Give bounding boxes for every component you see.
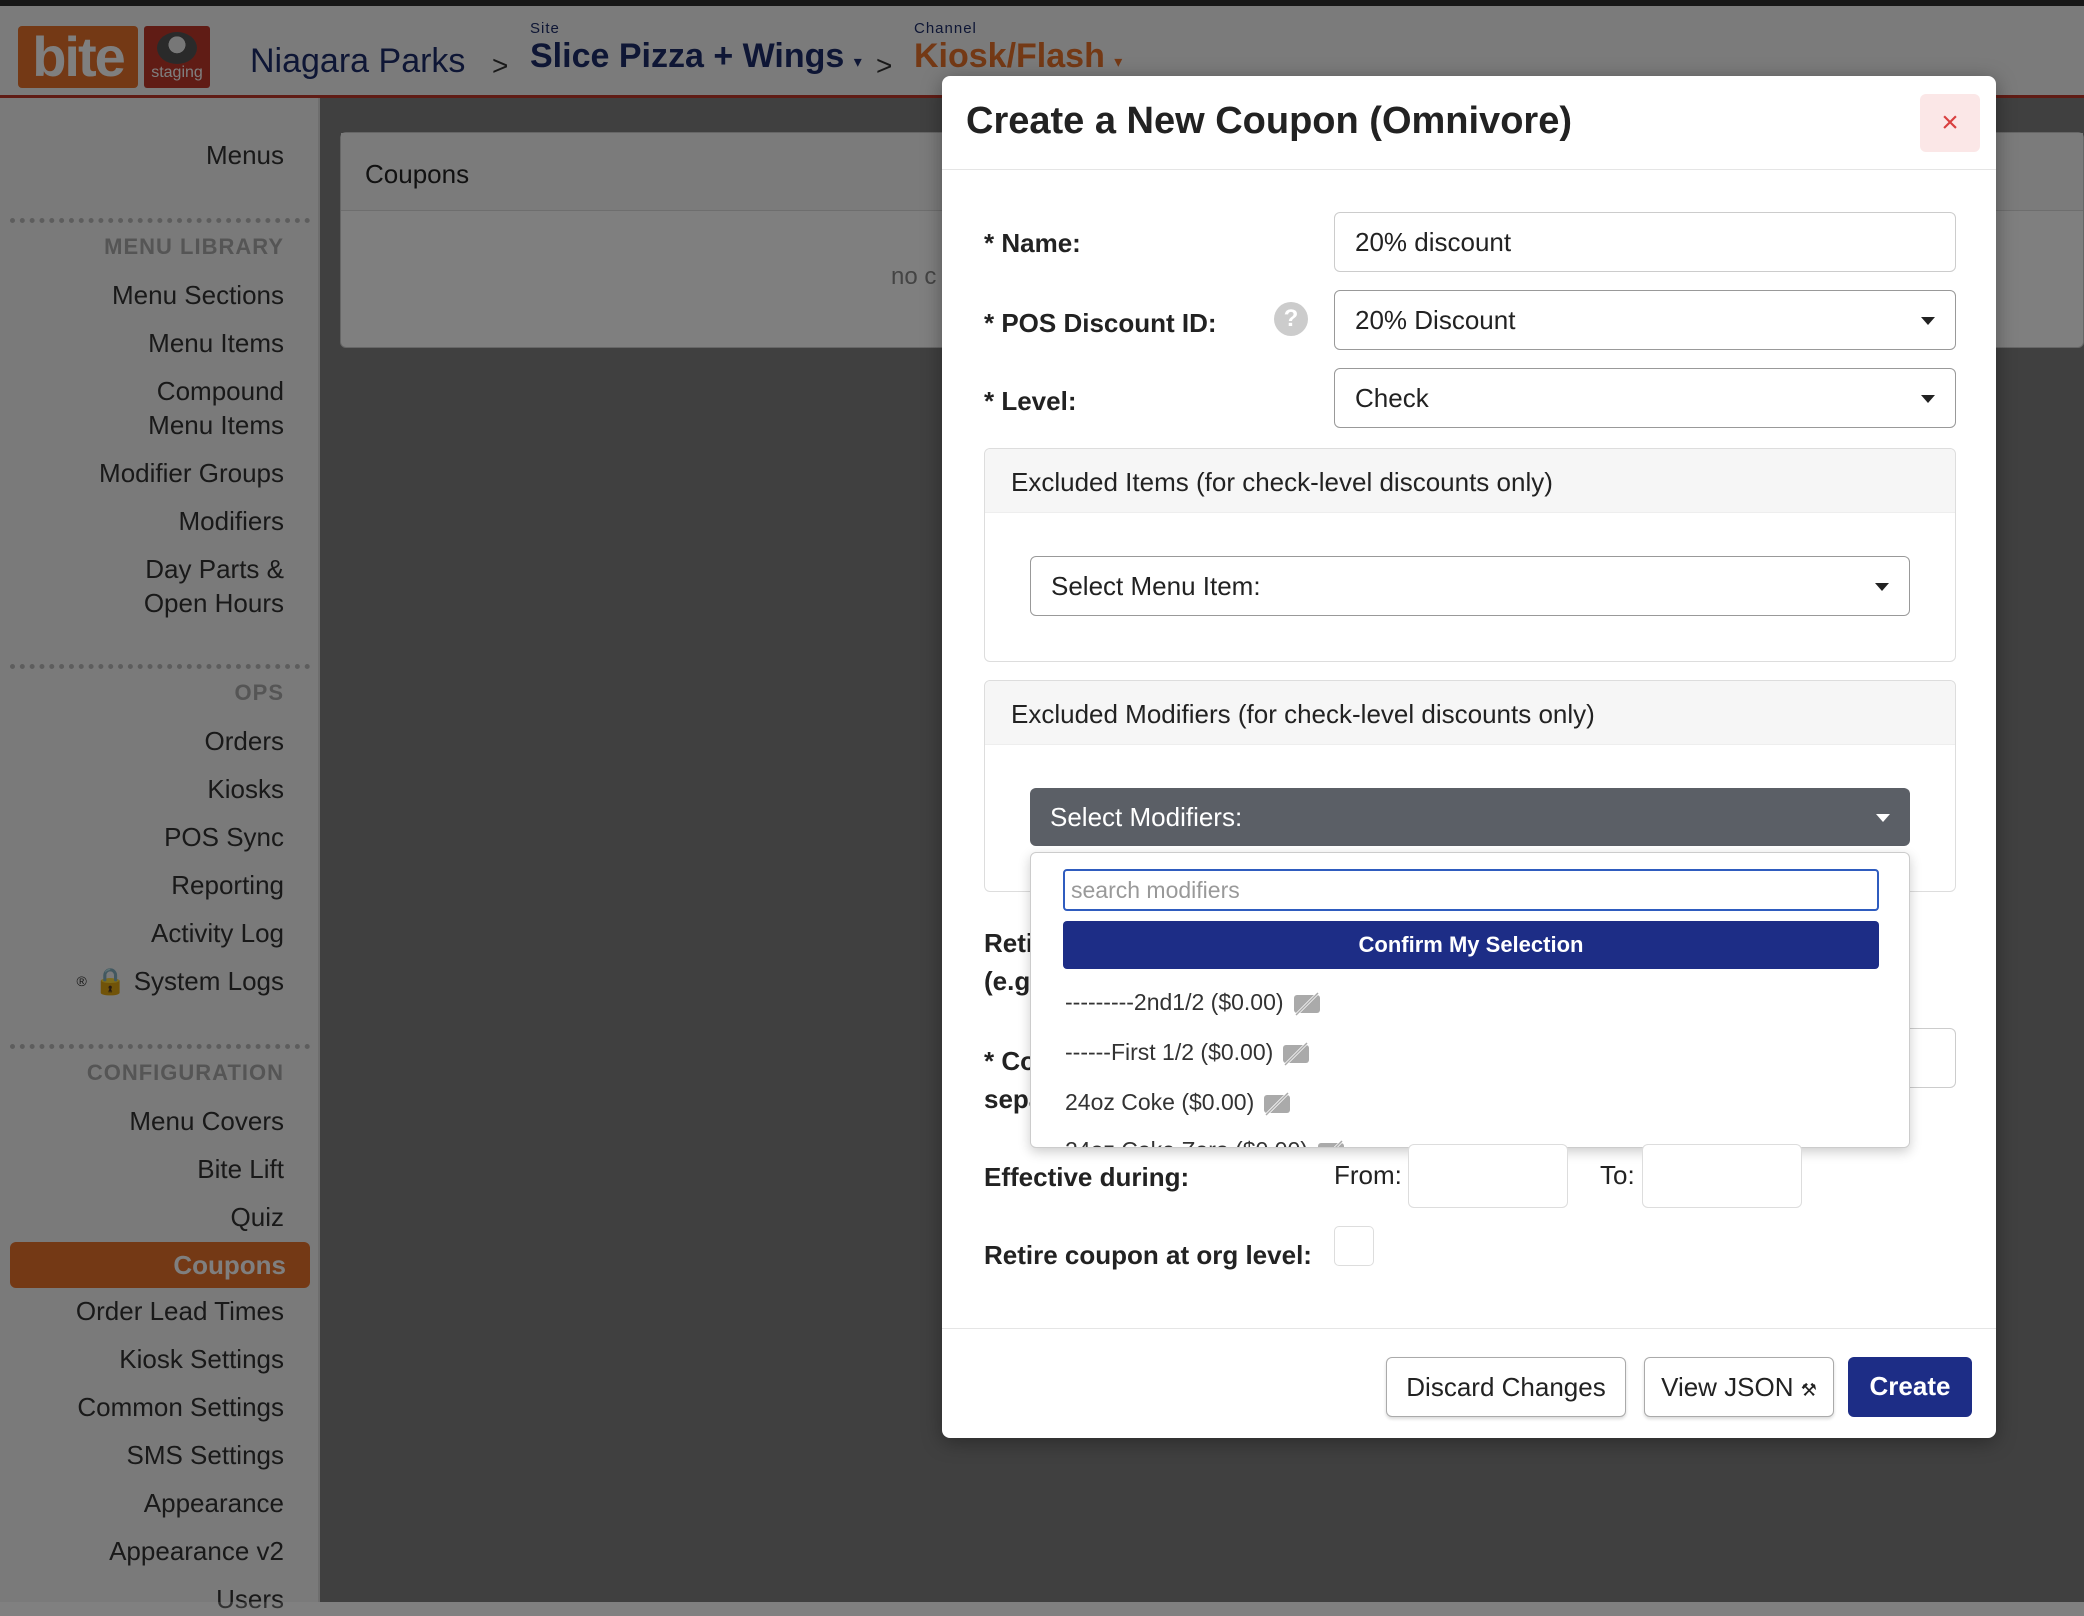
to-label: To: (1600, 1160, 1635, 1190)
name-input[interactable]: 20% discount (1334, 212, 1956, 272)
name-label: * Name: (984, 228, 1081, 258)
modifier-option-label: ---------2nd1/2 ($0.00) (1065, 989, 1284, 1015)
excluded-items-title: Excluded Items (for check-level discount… (985, 449, 1955, 513)
modifiers-dropdown: search modifiers Confirm My Selection --… (1030, 852, 1910, 1148)
modal-footer: Discard Changes View JSON ⚒ Create (942, 1328, 1996, 1438)
confirm-selection-button[interactable]: Confirm My Selection (1063, 921, 1879, 969)
retire-org-checkbox[interactable] (1334, 1226, 1374, 1266)
close-icon[interactable]: × (1920, 94, 1980, 152)
select-menu-item-label: Select Menu Item: (1051, 571, 1261, 601)
hidden-eye-icon (1293, 991, 1320, 1016)
from-label: From: (1334, 1160, 1402, 1190)
view-json-label: View JSON (1661, 1372, 1794, 1402)
create-coupon-modal: Create a New Coupon (Omnivore) × * Name:… (942, 76, 1996, 1438)
caret-down-icon (1921, 395, 1935, 403)
excluded-items-panel: Excluded Items (for check-level discount… (984, 448, 1956, 662)
excluded-modifiers-title: Excluded Modifiers (for check-level disc… (985, 681, 1955, 745)
pos-discount-select[interactable]: 20% Discount (1334, 290, 1956, 350)
modifier-option-label: 24oz Coke ($0.00) (1065, 1089, 1255, 1115)
modal-header: Create a New Coupon (Omnivore) × (942, 76, 1996, 170)
from-date-input[interactable] (1408, 1144, 1568, 1208)
help-icon[interactable]: ? (1274, 302, 1308, 336)
codes-label: * Co (984, 1046, 1036, 1076)
tools-icon: ⚒ (1800, 1380, 1817, 1400)
hidden-eye-icon (1317, 1139, 1344, 1147)
create-button[interactable]: Create (1848, 1357, 1972, 1417)
modal-title: Create a New Coupon (Omnivore) (966, 100, 1572, 142)
level-value: Check (1355, 383, 1429, 413)
effective-during-label: Effective during: (984, 1162, 1190, 1192)
select-modifiers[interactable]: Select Modifiers: (1030, 788, 1910, 846)
modifier-option[interactable]: ---------2nd1/2 ($0.00) (1065, 989, 1322, 1017)
select-menu-item[interactable]: Select Menu Item: (1030, 556, 1910, 616)
to-date-input[interactable] (1642, 1144, 1802, 1208)
level-select[interactable]: Check (1334, 368, 1956, 428)
retire-items-hint: (e.g (984, 966, 1031, 996)
hidden-eye-icon (1264, 1091, 1291, 1116)
retire-org-label: Retire coupon at org level: (984, 1240, 1312, 1270)
discard-changes-button[interactable]: Discard Changes (1386, 1357, 1626, 1417)
pos-discount-label: * POS Discount ID: (984, 308, 1217, 338)
caret-down-icon (1876, 814, 1890, 822)
level-label: * Level: (984, 386, 1077, 416)
retire-items-label: Reti (984, 928, 1034, 958)
search-modifiers-input[interactable]: search modifiers (1063, 869, 1879, 911)
codes-textarea[interactable] (1910, 1028, 1956, 1088)
modifier-option[interactable]: 24oz Coke ($0.00) (1065, 1089, 1292, 1117)
caret-down-icon (1921, 317, 1935, 325)
modifier-option[interactable]: ------First 1/2 ($0.00) (1065, 1039, 1311, 1067)
modifier-option-label: 24oz Coke Zero ($0.00) (1065, 1137, 1308, 1147)
select-modifiers-label: Select Modifiers: (1050, 802, 1243, 832)
hidden-eye-icon (1283, 1041, 1310, 1066)
view-json-button[interactable]: View JSON ⚒ (1644, 1357, 1834, 1417)
modifier-option[interactable]: 24oz Coke Zero ($0.00) (1065, 1137, 1346, 1147)
modifier-option-label: ------First 1/2 ($0.00) (1065, 1039, 1274, 1065)
pos-discount-value: 20% Discount (1355, 305, 1516, 335)
caret-down-icon (1875, 583, 1889, 591)
